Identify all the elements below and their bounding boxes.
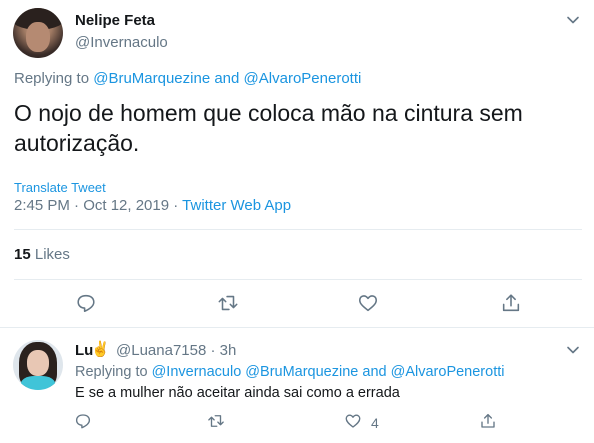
translate-tweet-link[interactable]: Translate Tweet <box>14 180 106 195</box>
replying-prefix: Replying to <box>14 70 90 87</box>
reply-author-avatar[interactable] <box>13 340 63 390</box>
mention-link[interactable]: @AlvaroPenerotti <box>244 70 362 87</box>
chevron-down-icon[interactable] <box>566 343 580 357</box>
author-handle[interactable]: @Invernaculo <box>75 34 168 51</box>
chevron-down-icon[interactable] <box>566 13 580 27</box>
main-tweet: Nelipe Feta @Invernaculo Replying to @Br… <box>0 0 594 328</box>
tweet-source[interactable]: Twitter Web App <box>182 197 291 214</box>
reply-text: E se a mulher não aceitar ainda sai como… <box>75 385 400 401</box>
replying-prefix: Replying to <box>75 364 148 380</box>
tweet-meta: 2:45 PM · Oct 12, 2019 · Twitter Web App <box>14 197 291 214</box>
divider <box>14 279 582 280</box>
mention-link[interactable]: @BruMarquezine <box>245 364 358 380</box>
reply-icon[interactable] <box>75 292 97 314</box>
mention-link[interactable]: @AlvaroPenerotti <box>391 364 505 380</box>
share-icon[interactable] <box>500 292 522 314</box>
replying-to: Replying to @BruMarquezine and @AlvaroPe… <box>14 70 361 87</box>
likes-label: Likes <box>34 246 70 263</box>
likes-count[interactable]: 15 Likes <box>14 246 70 263</box>
mention-link[interactable]: @Invernaculo <box>152 364 242 380</box>
reply-author-handle[interactable]: @Luana7158 · 3h <box>116 342 236 359</box>
reply-tweet[interactable]: Lu ✌️ @Luana7158 · 3h Replying to @Inver… <box>0 328 594 443</box>
replying-to: Replying to @Invernaculo @BruMarquezine … <box>75 364 504 380</box>
retweet-icon[interactable] <box>207 412 225 430</box>
reply-icon[interactable] <box>74 412 92 430</box>
tweet-text: O nojo de homem que coloca mão na cintur… <box>14 100 523 156</box>
author-name[interactable]: Nelipe Feta <box>75 12 155 29</box>
share-icon[interactable] <box>479 412 497 430</box>
victory-hand-icon: ✌️ <box>91 341 110 358</box>
divider <box>14 229 582 230</box>
mention-link[interactable]: @BruMarquezine <box>93 70 210 87</box>
replying-and[interactable]: and <box>362 364 386 380</box>
replying-and[interactable]: and <box>214 70 239 87</box>
author-avatar[interactable] <box>13 8 63 58</box>
like-icon[interactable] <box>344 412 362 430</box>
tweet-timestamp[interactable]: 2:45 PM · Oct 12, 2019 · <box>14 197 178 214</box>
retweet-icon[interactable] <box>217 292 239 314</box>
like-count: 4 <box>371 415 379 431</box>
likes-number: 15 <box>14 246 31 263</box>
like-icon[interactable] <box>357 292 379 314</box>
